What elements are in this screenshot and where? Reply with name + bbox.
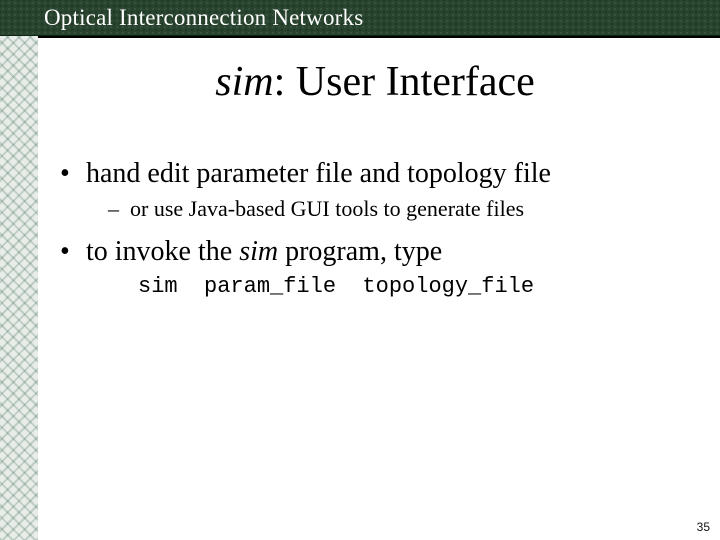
bullet-1-text: hand edit parameter file and topology fi…	[86, 158, 551, 190]
left-decor-strip	[0, 0, 38, 540]
bullet-dot-icon: •	[60, 158, 86, 190]
command-line: sim param_file topology_file	[138, 274, 690, 299]
bullet-2: • to invoke the sim program, type	[60, 236, 690, 268]
slide: Optical Interconnection Networks sim: Us…	[0, 0, 720, 540]
bullet-2-post: program, type	[278, 236, 442, 267]
title-italic: sim	[215, 59, 273, 105]
bullet-1-sub-text: or use Java-based GUI tools to generate …	[130, 196, 524, 222]
content-body: • hand edit parameter file and topology …	[60, 158, 690, 299]
bullet-2-pre: to invoke the	[86, 236, 239, 267]
title-rest: : User Interface	[274, 59, 535, 105]
bullet-1-sub: – or use Java-based GUI tools to generat…	[108, 196, 690, 222]
bullet-1: • hand edit parameter file and topology …	[60, 158, 690, 190]
header-title: Optical Interconnection Networks	[44, 5, 363, 31]
bullet-2-italic: sim	[239, 236, 278, 267]
slide-title: sim: User Interface	[70, 58, 680, 106]
bullet-2-text: to invoke the sim program, type	[86, 236, 442, 268]
page-number: 35	[697, 520, 710, 534]
bullet-dot-icon: •	[60, 236, 86, 268]
header-bar: Optical Interconnection Networks	[0, 0, 720, 36]
header-underline	[38, 36, 720, 38]
dash-icon: –	[108, 196, 130, 222]
